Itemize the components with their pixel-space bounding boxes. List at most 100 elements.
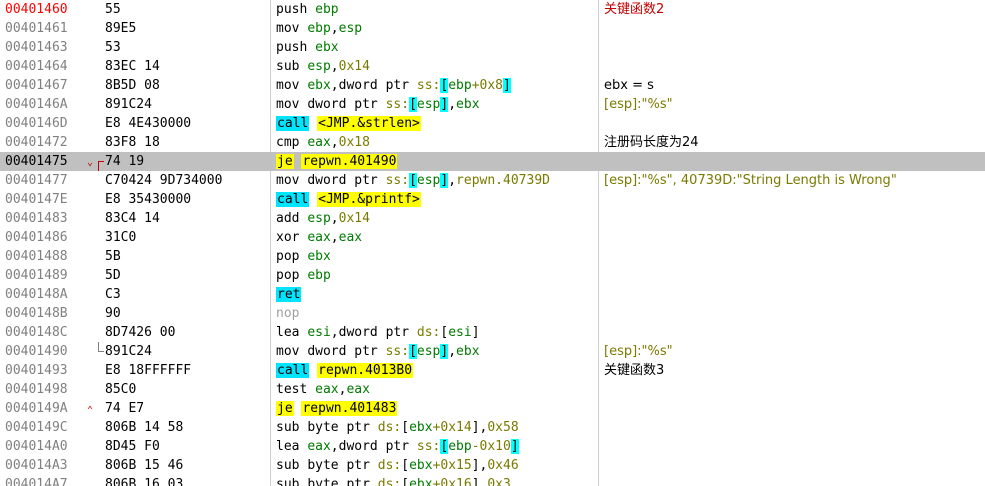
instruction-disassembly[interactable]: sub byte ptr ds:[ebx+0x15],0x46 bbox=[276, 456, 519, 475]
instruction-row[interactable]: 004014A7 806B 16 03 sub byte ptr ds:[ebx+0… bbox=[0, 475, 985, 486]
instruction-row[interactable]: 00401477 C70424 9D734000 mov dword ptr ss:… bbox=[0, 171, 985, 190]
asm-token-txt: , bbox=[330, 211, 339, 226]
asm-token-seg: ds: bbox=[377, 477, 402, 486]
instruction-row[interactable]: 004014A3 806B 15 46 sub byte ptr ds:[ebx+0… bbox=[0, 456, 985, 475]
instruction-row[interactable]: 00401483 83C4 14 add esp,0x14 bbox=[0, 209, 985, 228]
instruction-row[interactable]: 0040149A ⌃ 74 E7 je repwn.401483 bbox=[0, 399, 985, 418]
asm-token-txt: , bbox=[448, 173, 457, 188]
asm-token-reg: eax bbox=[346, 382, 370, 397]
instruction-row[interactable]: 00401461 89E5 mov ebp,esp bbox=[0, 19, 985, 38]
instruction-address[interactable]: 004014A0 bbox=[5, 437, 68, 456]
asm-token-txt: byte ptr bbox=[307, 477, 378, 486]
instruction-row[interactable]: 0040148C 8D7426 00 lea esi,dword ptr ds:[e… bbox=[0, 323, 985, 342]
instruction-address[interactable]: 0040148A bbox=[5, 285, 68, 304]
instruction-row[interactable]: 0040146D E8 4E430000 call <JMP.&strlen> bbox=[0, 114, 985, 133]
jump-marker bbox=[86, 285, 104, 304]
instruction-row[interactable]: 00401463 53 push ebx bbox=[0, 38, 985, 57]
instruction-disassembly[interactable]: ret bbox=[276, 285, 302, 304]
instruction-address[interactable]: 004014A7 bbox=[5, 475, 68, 486]
instruction-row[interactable]: 00401489 5D pop ebp bbox=[0, 266, 985, 285]
instruction-row[interactable]: 0040148A C3 ret bbox=[0, 285, 985, 304]
instruction-address[interactable]: 00401463 bbox=[5, 38, 68, 57]
instruction-disassembly[interactable]: test eax,eax bbox=[276, 380, 370, 399]
asm-token-num: 0x3 bbox=[487, 477, 511, 486]
instruction-disassembly[interactable]: mov dword ptr ss:[esp],ebx bbox=[276, 95, 480, 114]
asm-token-txt: [ bbox=[401, 477, 410, 486]
asm-token-num: 0x14 bbox=[338, 59, 370, 74]
instruction-address[interactable]: 0040146A bbox=[5, 95, 68, 114]
instruction-row[interactable]: 0040146A 891C24 mov dword ptr ss:[esp],ebx… bbox=[0, 95, 985, 114]
instruction-row[interactable]: 00401493 E8 18FFFFFF call repwn.4013B0 关键函数… bbox=[0, 361, 985, 380]
instruction-disassembly[interactable]: push ebp bbox=[276, 0, 339, 19]
instruction-address[interactable]: 00401490 bbox=[5, 342, 68, 361]
instruction-row[interactable]: 00401467 8B5D 08 mov ebx,dword ptr ss:[ebp… bbox=[0, 76, 985, 95]
instruction-bytes: 89E5 bbox=[105, 21, 137, 36]
instruction-disassembly[interactable]: add esp,0x14 bbox=[276, 209, 370, 228]
instruction-address[interactable]: 00401483 bbox=[5, 209, 68, 228]
instruction-disassembly[interactable]: call repwn.4013B0 bbox=[276, 361, 414, 380]
asm-token-mn: pop bbox=[276, 268, 308, 283]
instruction-row[interactable]: 00401490 891C24 mov dword ptr ss:[esp],ebx… bbox=[0, 342, 985, 361]
instruction-address[interactable]: 00401467 bbox=[5, 76, 68, 95]
instruction-disassembly[interactable]: xor eax,eax bbox=[276, 228, 362, 247]
instruction-disassembly[interactable]: lea eax,dword ptr ss:[ebp-0x10] bbox=[276, 437, 519, 456]
instruction-address[interactable]: 00401461 bbox=[5, 19, 68, 38]
instruction-row[interactable]: 0040147E E8 35430000 call <JMP.&printf> bbox=[0, 190, 985, 209]
asm-token-txt: ,dword ptr bbox=[330, 325, 417, 340]
instruction-row[interactable]: 00401498 85C0 test eax,eax bbox=[0, 380, 985, 399]
instruction-disassembly[interactable]: je repwn.401483 bbox=[276, 399, 398, 418]
instruction-address[interactable]: 0040149A bbox=[5, 399, 68, 418]
instruction-address[interactable]: 00401486 bbox=[5, 228, 68, 247]
instruction-disassembly[interactable]: sub esp,0x14 bbox=[276, 57, 370, 76]
instruction-address[interactable]: 00401489 bbox=[5, 266, 68, 285]
instruction-address[interactable]: 0040148C bbox=[5, 323, 68, 342]
instruction-row[interactable]: 00401464 83EC 14 sub esp,0x14 bbox=[0, 57, 985, 76]
instruction-disassembly[interactable]: nop bbox=[276, 304, 299, 323]
instruction-row[interactable]: 00401472 83F8 18 cmp eax,0x18 注册码长度为24 bbox=[0, 133, 985, 152]
instruction-address[interactable]: 00401475 bbox=[5, 152, 68, 171]
instruction-disassembly[interactable]: sub byte ptr ds:[ebx+0x14],0x58 bbox=[276, 418, 519, 437]
instruction-bytes: 806B 14 58 bbox=[105, 420, 184, 435]
instruction-disassembly[interactable]: sub byte ptr ds:[ebx+0x16],0x3 bbox=[276, 475, 511, 486]
instruction-disassembly[interactable]: je repwn.401490 bbox=[276, 152, 398, 171]
instruction-address[interactable]: 00401488 bbox=[5, 247, 68, 266]
instruction-disassembly[interactable]: call <JMP.&strlen> bbox=[276, 114, 421, 133]
instruction-address[interactable]: 0040148B bbox=[5, 304, 68, 323]
instruction-disassembly[interactable]: mov ebx,dword ptr ss:[ebp+0x8] bbox=[276, 76, 511, 95]
jump-marker bbox=[86, 323, 104, 342]
asm-token-reg: ebp bbox=[315, 2, 339, 17]
instruction-disassembly[interactable]: cmp eax,0x18 bbox=[276, 133, 370, 152]
asm-token-reg: ebp bbox=[307, 268, 331, 283]
instruction-disassembly[interactable]: mov dword ptr ss:[esp],repwn.40739D bbox=[276, 171, 550, 190]
instruction-address[interactable]: 00401464 bbox=[5, 57, 68, 76]
asm-token-jmp: repwn.4013B0 bbox=[317, 363, 414, 378]
instruction-address[interactable]: 00401477 bbox=[5, 171, 68, 190]
instruction-disassembly[interactable]: lea esi,dword ptr ds:[esi] bbox=[276, 323, 480, 342]
instruction-address[interactable]: 00401493 bbox=[5, 361, 68, 380]
instruction-row[interactable]: 00401488 5B pop ebx bbox=[0, 247, 985, 266]
instruction-row[interactable]: 0040148B 90 nop bbox=[0, 304, 985, 323]
asm-token-seg: ss: bbox=[416, 439, 441, 454]
instruction-disassembly[interactable]: mov ebp,esp bbox=[276, 19, 362, 38]
instruction-comment: [esp]:"%s" bbox=[604, 344, 673, 359]
instruction-row[interactable]: 00401475 ⌄ 74 19 je repwn.401490 bbox=[0, 152, 985, 171]
instruction-address[interactable]: 00401460 bbox=[5, 0, 68, 19]
disassembly-view[interactable]: 00401460 55 push ebp 关键函数2 00401461 89E5 mov e… bbox=[0, 0, 985, 486]
instruction-address[interactable]: 0040146D bbox=[5, 114, 68, 133]
instruction-address[interactable]: 00401498 bbox=[5, 380, 68, 399]
instruction-address[interactable]: 004014A3 bbox=[5, 456, 68, 475]
instruction-row[interactable]: 00401486 31C0 xor eax,eax bbox=[0, 228, 985, 247]
instruction-address[interactable]: 00401472 bbox=[5, 133, 68, 152]
instruction-row[interactable]: 00401460 55 push ebp 关键函数2 bbox=[0, 0, 985, 19]
instruction-disassembly[interactable]: call <JMP.&printf> bbox=[276, 190, 421, 209]
instruction-address[interactable]: 0040149C bbox=[5, 418, 68, 437]
instruction-row[interactable]: 0040149C 806B 14 58 sub byte ptr ds:[ebx+0… bbox=[0, 418, 985, 437]
asm-token-txt bbox=[309, 116, 317, 131]
instruction-disassembly[interactable]: push ebx bbox=[276, 38, 339, 57]
instruction-disassembly[interactable]: pop ebp bbox=[276, 266, 331, 285]
instruction-disassembly[interactable]: mov dword ptr ss:[esp],ebx bbox=[276, 342, 480, 361]
instruction-address[interactable]: 0040147E bbox=[5, 190, 68, 209]
instruction-row[interactable]: 004014A0 8D45 F0 lea eax,dword ptr ss:[ebp… bbox=[0, 437, 985, 456]
asm-token-txt: byte ptr bbox=[307, 420, 378, 435]
instruction-disassembly[interactable]: pop ebx bbox=[276, 247, 331, 266]
